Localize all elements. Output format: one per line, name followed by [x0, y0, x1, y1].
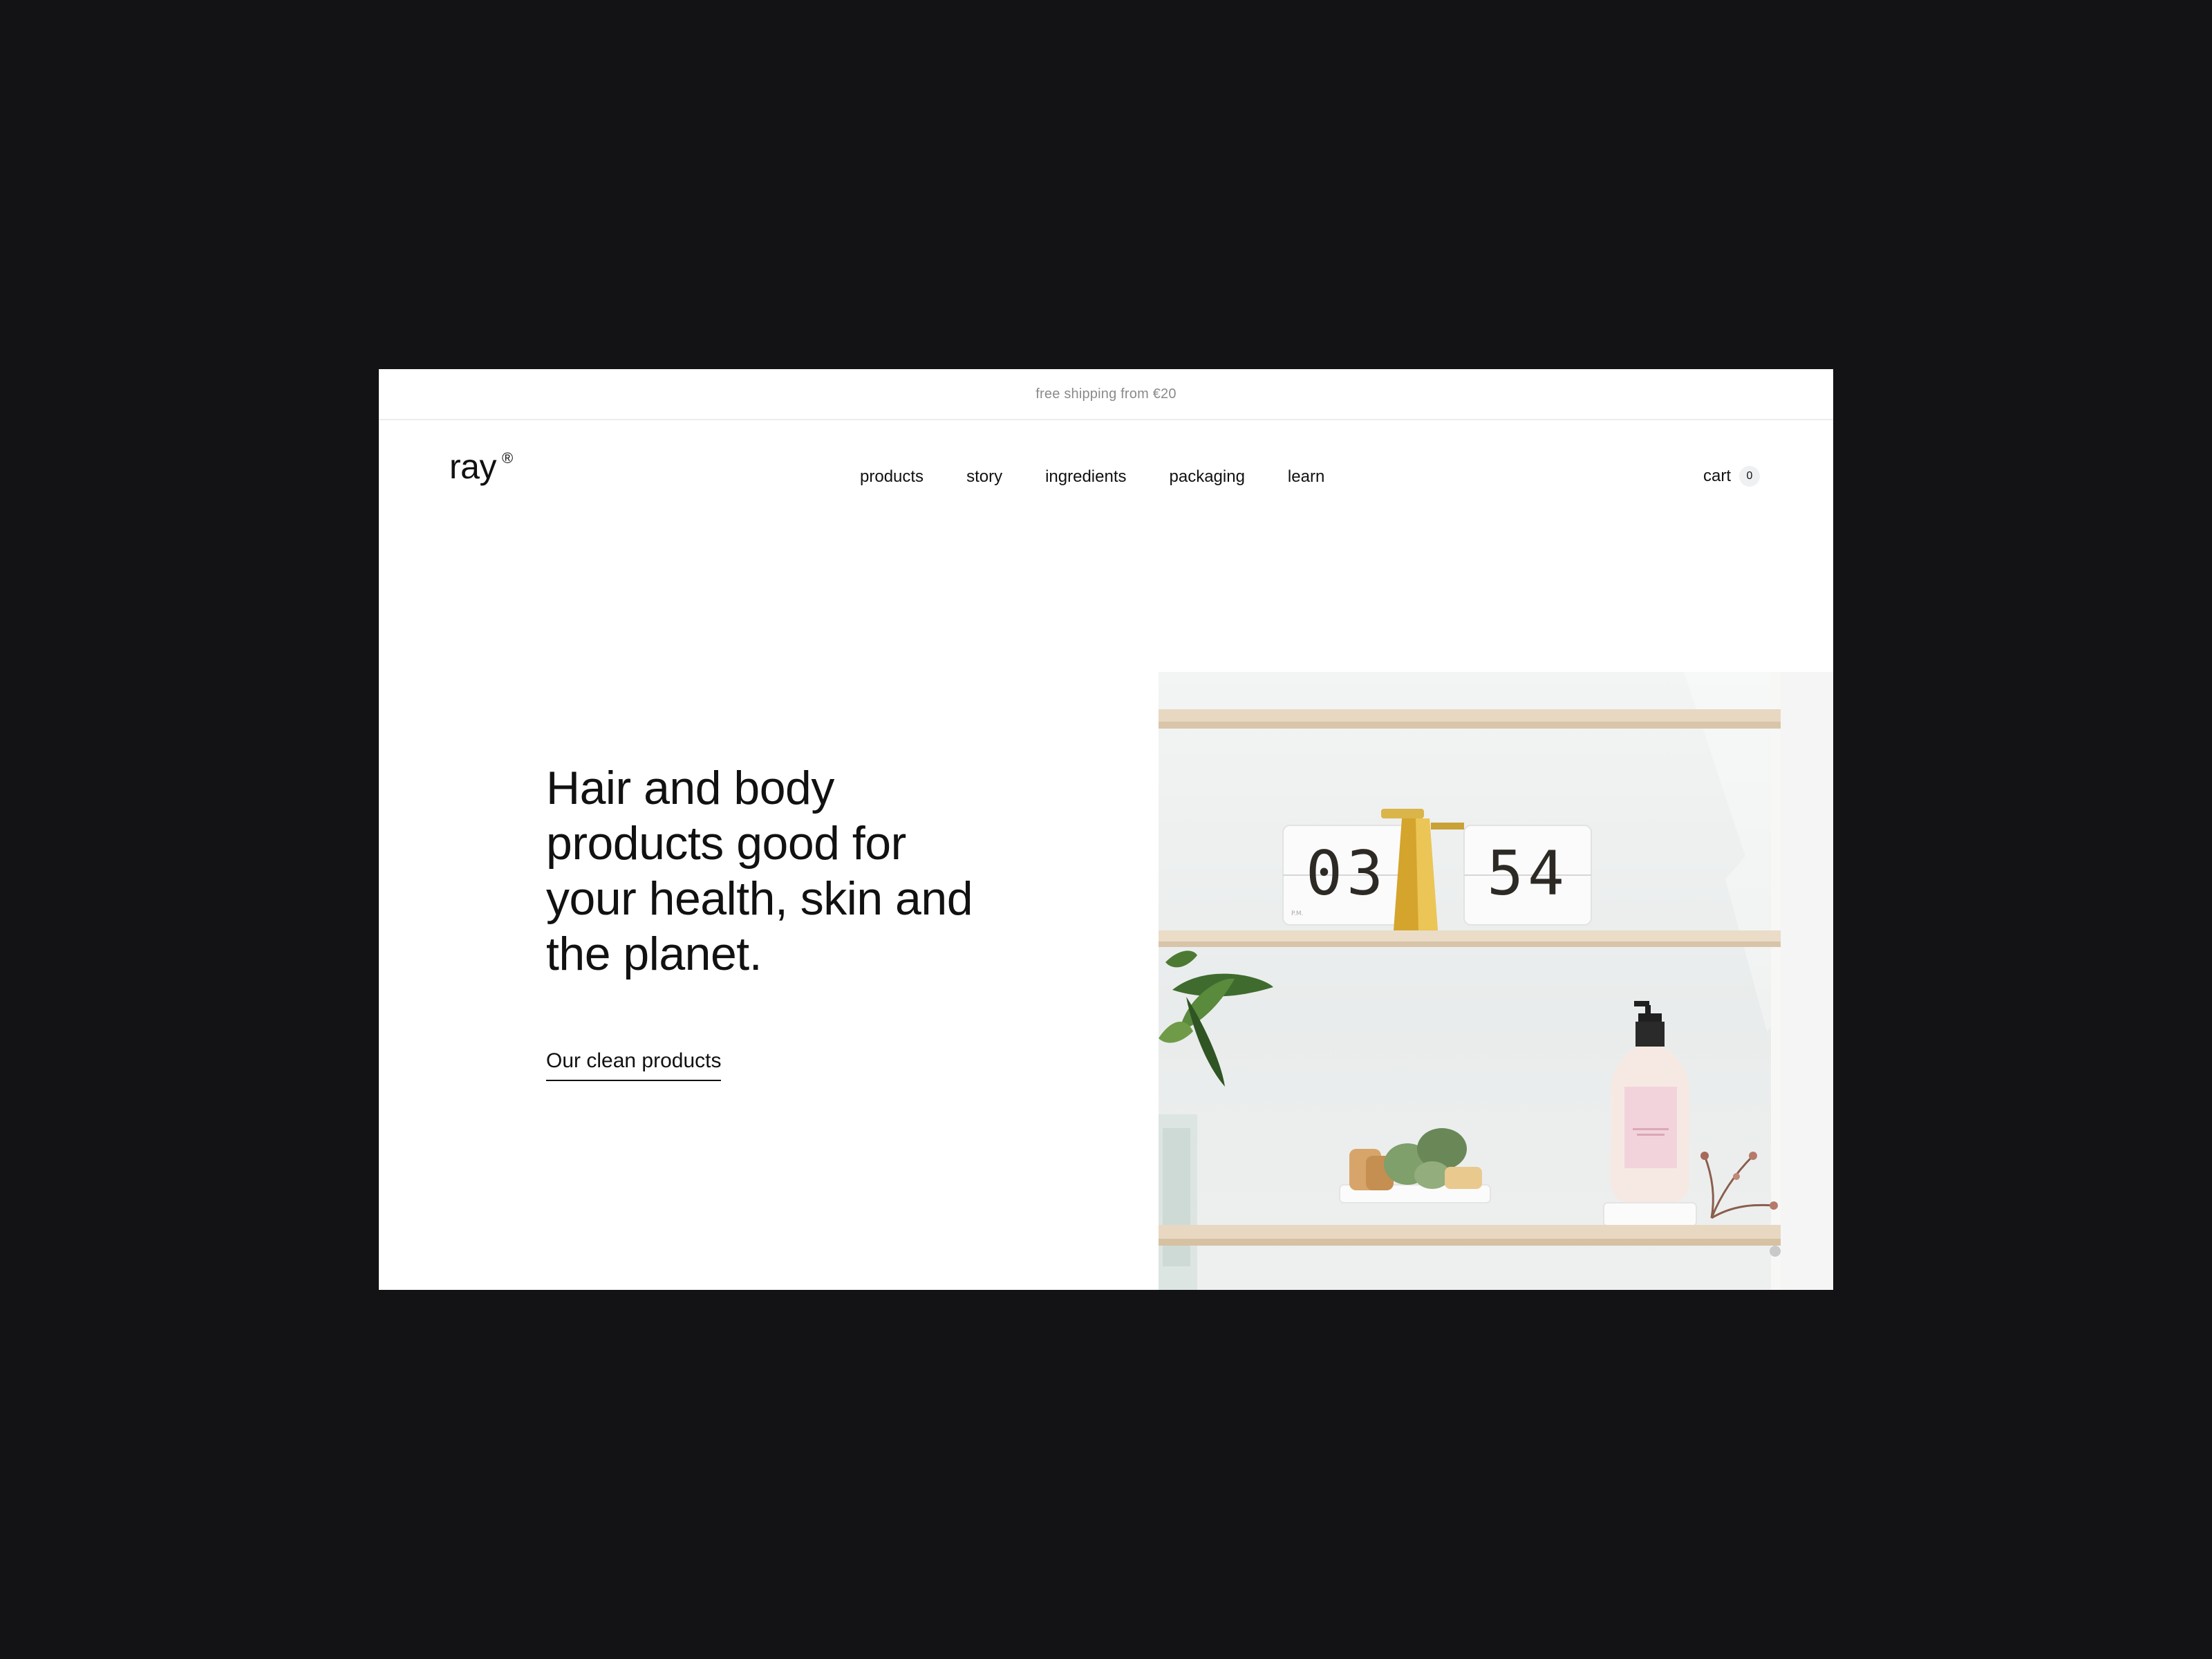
nav-item-packaging[interactable]: packaging	[1170, 467, 1245, 487]
cart-label: cart	[1703, 467, 1731, 485]
cart-count-badge: 0	[1739, 466, 1760, 487]
hero-title: Hair and body products good for your hea…	[546, 762, 973, 980]
middle-shelf	[1159, 930, 1781, 947]
nav-item-story[interactable]: story	[966, 467, 1002, 487]
wall-rail	[1771, 672, 1781, 1290]
top-shelf	[1159, 709, 1781, 729]
clean-products-link[interactable]: Our clean products	[546, 1049, 722, 1081]
cart-button[interactable]: cart 0	[1703, 466, 1760, 487]
nav-item-ingredients[interactable]: ingredients	[1045, 467, 1126, 487]
nav-item-learn[interactable]: learn	[1288, 467, 1324, 487]
browser-window: free shipping from €20 ray ® products st…	[379, 369, 1833, 1290]
clock-hours: 03	[1306, 838, 1387, 909]
bottom-shelf	[1159, 1225, 1781, 1257]
hero-image: 03 54 P.M.	[1159, 672, 1833, 1290]
promo-text: free shipping from €20	[1035, 386, 1177, 402]
promo-bar: free shipping from €20	[379, 369, 1833, 420]
flip-clock: 03 54 P.M.	[1282, 809, 1592, 930]
pump-bottle	[1603, 1001, 1697, 1227]
clock-period: P.M.	[1291, 910, 1304, 917]
brand-logo[interactable]: ray ®	[449, 447, 513, 487]
dried-flowers	[1700, 1152, 1778, 1219]
registered-mark: ®	[501, 449, 513, 467]
shelf-scene-illustration: 03 54 P.M.	[1159, 672, 1833, 1290]
brand-name: ray	[449, 447, 496, 486]
main-nav: products story ingredients packaging lea…	[860, 467, 1324, 487]
soap-dish	[1339, 1128, 1491, 1203]
nav-item-products[interactable]: products	[860, 467, 924, 487]
clock-minutes: 54	[1487, 838, 1568, 909]
